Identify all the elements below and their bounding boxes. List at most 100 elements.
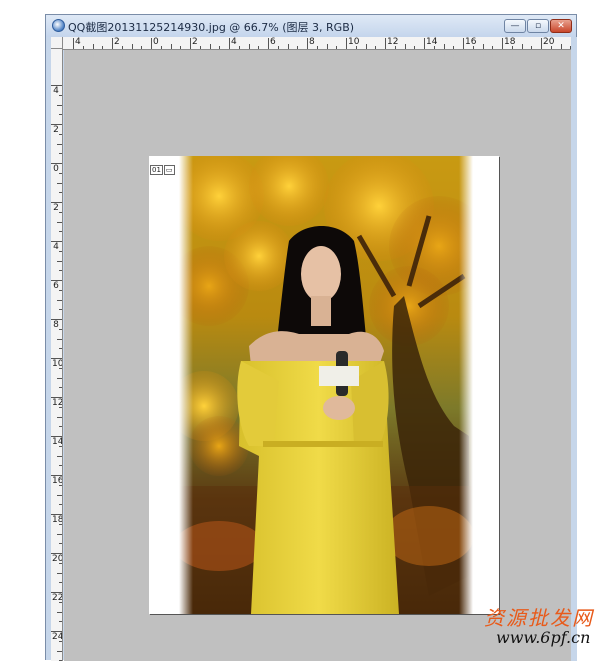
ruler-minor-tick [57,416,62,418]
ruler-origin[interactable] [51,37,63,49]
ruler-minor-tick [59,114,62,116]
ruler-minor-tick [57,494,62,496]
ruler-minor-tick [59,133,62,135]
ruler-tick-label: 16 [465,37,477,47]
ruler-tick-label: 18 [504,37,516,47]
ruler-minor-tick [92,44,94,49]
ruler-minor-tick [59,289,62,291]
ruler-minor-tick [59,250,62,252]
title-bar[interactable]: QQ截图20131125214930.jpg @ 66.7% (图层 3, RG… [46,15,576,37]
ruler-minor-tick [59,426,62,428]
ruler-minor-tick [404,44,406,49]
ruler-minor-tick [199,46,201,49]
ruler-major-tick [346,38,347,49]
ruler-minor-tick [170,44,172,49]
layer-badge: 01 [150,165,163,175]
ruler-major-tick [229,38,230,49]
photoshop-app-icon [52,19,65,32]
photo-layer[interactable] [169,156,489,614]
ruler-minor-tick [238,46,240,49]
document-canvas[interactable]: 01 ▭ [149,156,499,614]
maximize-button[interactable]: ▫ [527,19,549,33]
ruler-minor-tick [59,328,62,330]
ruler-tick-label: 14 [426,37,438,47]
ruler-minor-tick [59,309,62,311]
minimize-button[interactable]: — [504,19,526,33]
ruler-minor-tick [219,46,221,49]
ruler-minor-tick [59,465,62,467]
ruler-minor-tick [59,621,62,623]
ruler-minor-tick [59,582,62,584]
ruler-minor-tick [248,44,250,49]
close-button[interactable]: ✕ [550,19,572,33]
ruler-tick-label: 12 [387,37,399,47]
ruler-minor-tick [326,44,328,49]
ruler-tick-label: 0 [153,37,159,47]
site-watermark: 资源批发网 www.6pf.cn [484,602,594,652]
ruler-minor-tick [336,46,338,49]
ruler-minor-tick [355,46,357,49]
ruler-minor-tick [57,572,62,574]
ruler-minor-tick [59,367,62,369]
ruler-major-tick [151,38,152,49]
ruler-minor-tick [57,338,62,340]
ruler-minor-tick [57,182,62,184]
ruler-minor-tick [394,46,396,49]
ruler-major-tick [73,38,74,49]
ruler-minor-tick [57,455,62,457]
horizontal-ruler[interactable]: 4 2 0 2 4 6 8 10 12 14 16 18 20 [63,37,571,50]
ruler-minor-tick [59,192,62,194]
ruler-minor-tick [160,46,162,49]
ruler-minor-tick [57,221,62,223]
ruler-major-tick [112,38,113,49]
watermark-title: 资源批发网 [484,606,594,630]
watermark-url: www.6pf.cn [496,628,591,647]
ruler-minor-tick [141,46,143,49]
document-window: QQ截图20131125214930.jpg @ 66.7% (图层 3, RG… [45,14,577,661]
ruler-minor-tick [57,377,62,379]
ruler-minor-tick [443,44,445,49]
ruler-major-tick [424,38,425,49]
ruler-minor-tick [531,46,533,49]
ruler-tick-label: 20 [543,37,555,47]
ruler-tick-label: 4 [75,37,81,47]
ruler-tick-label: 8 [309,37,315,47]
ruler-minor-tick [82,46,84,49]
ruler-minor-tick [209,44,211,49]
ruler-minor-tick [59,231,62,233]
ruler-minor-tick [59,562,62,564]
ruler-minor-tick [59,387,62,389]
ruler-tick-label: 4 [231,37,237,47]
ruler-minor-tick [59,640,62,642]
ruler-tick-label: 2 [192,37,198,47]
ruler-minor-tick [59,484,62,486]
ruler-minor-tick [57,611,62,613]
ruler-minor-tick [59,406,62,408]
ruler-minor-tick [57,143,62,145]
vertical-ruler[interactable]: 4 2 0 2 4 6 8 10 12 14 16 18 20 22 24 [51,49,63,661]
layer-badge: ▭ [163,165,175,175]
vertical-scrollbar[interactable] [571,37,577,661]
ruler-minor-tick [316,46,318,49]
ruler-minor-tick [57,650,62,652]
ruler-minor-tick [258,46,260,49]
ruler-tick-label: 2 [114,37,120,47]
photo-image [169,156,489,614]
ruler-minor-tick [511,46,513,49]
ruler-minor-tick [102,46,104,49]
ruler-minor-tick [472,46,474,49]
ruler-minor-tick [57,533,62,535]
ruler-minor-tick [57,260,62,262]
ruler-minor-tick [57,104,62,106]
ruler-minor-tick [560,44,562,49]
ruler-minor-tick [59,172,62,174]
canvas-area[interactable]: 01 ▭ [64,50,571,661]
ruler-minor-tick [433,46,435,49]
ruler-minor-tick [297,46,299,49]
ruler-minor-tick [59,211,62,213]
ruler-minor-tick [521,44,523,49]
ruler-minor-tick [180,46,182,49]
ruler-major-tick [190,38,191,49]
ruler-minor-tick [59,348,62,350]
window-title: QQ截图20131125214930.jpg @ 66.7% (图层 3, RG… [68,21,355,34]
